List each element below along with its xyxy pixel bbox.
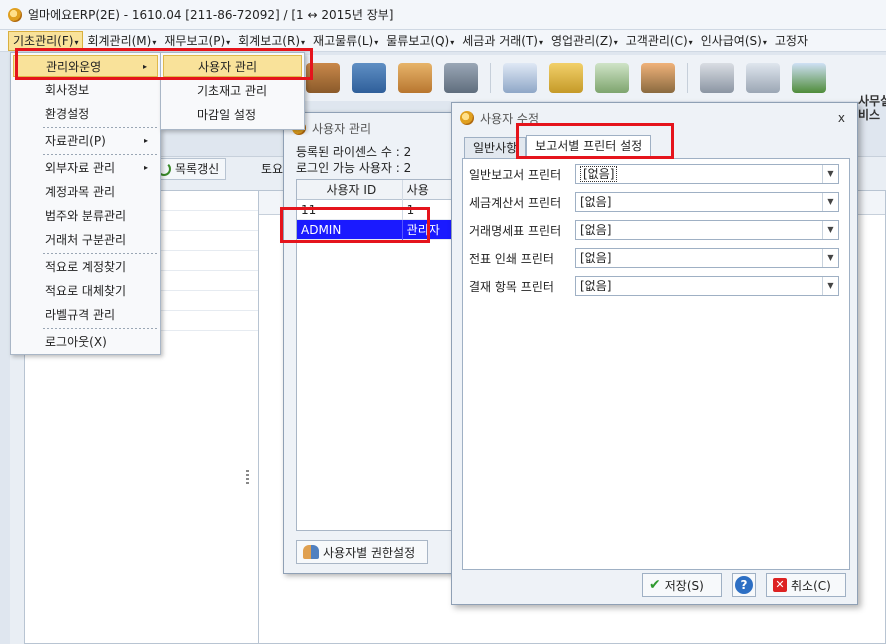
window-title: 얼마에요ERP(2E) - 1610.04 [211-86-72092] / [… [28,8,394,22]
basic-management-dropdown: 관리와운영 ▸ 회사정보 환경설정 자료관리(P) ▸ 외부자료 관리 ▸ 계정과목 … [10,52,161,355]
chevron-down-icon[interactable]: ▼ [822,249,838,267]
menu-item-preferences[interactable]: 환경설정 [13,103,158,125]
menu-item-category-management[interactable]: 범주와 분류관리 [13,205,158,227]
menu-divider [43,253,157,254]
cancel-button[interactable]: ✕ 취소(C) [766,573,846,597]
close-icon[interactable]: x [838,111,845,125]
app-logo-icon [8,7,22,22]
menu-divider [43,127,157,128]
menu-item-data-management[interactable]: 자료관리(P) ▸ [13,130,158,152]
approval-printer-select[interactable]: [없음] ▼ [575,276,839,296]
chevron-right-icon: ▸ [143,163,148,172]
toolbar-divider [490,63,491,93]
help-icon: ? [735,576,753,594]
background-tab-label: 토요 [261,162,284,176]
menu-inventory[interactable]: 재고물류(L)▾ [309,31,382,51]
select-value: [없음] [580,279,612,293]
menu-item-company-info[interactable]: 회사정보 [13,79,158,101]
menu-fixed-assets[interactable]: 고정자 [771,31,812,51]
user-management-dialog: 사용자 관리 등록된 라이센스 수 : 2 로그인 가능 사용자 : 2 사용자… [283,112,458,574]
menu-item-partner-classification[interactable]: 거래처 구분관리 [13,229,158,251]
app-logo-icon [460,111,474,125]
menu-item-find-account-by-summary[interactable]: 적요로 계정찾기 [13,256,158,278]
statement-printer-select[interactable]: [없음] ▼ [575,220,839,240]
tax-invoice-printer-select[interactable]: [없음] ▼ [575,192,839,212]
fax-icon[interactable] [746,63,780,93]
mail-icon[interactable] [700,63,734,93]
menu-item-account-management[interactable]: 계정과목 관리 [13,181,158,203]
toolbar-divider [687,63,688,93]
side-label: 사무실 비스 [858,94,886,122]
chevron-down-icon[interactable]: ▼ [822,221,838,239]
highlight-box-menu [15,48,313,80]
user-table-header: 사용자 ID 사용 [297,180,455,200]
user-dialog-title: 사용자 관리 [312,121,372,136]
splitter-grip[interactable] [246,470,249,484]
cash-register-icon[interactable] [595,63,629,93]
tax-invoice-printer-row: 세금계산서 프린터 [없음] ▼ [469,191,839,213]
voucher-printer-row: 전표 인쇄 프린터 [없음] ▼ [469,247,839,269]
money-bag-icon[interactable] [549,63,583,93]
menu-payroll[interactable]: 인사급여(S)▾ [697,31,771,51]
menu-item-opening-inventory[interactable]: 기초재고 관리 [163,80,302,102]
user-edit-dialog: 사용자 수정 x 일반사항 보고서별 프린터 설정 일반보고서 프린터 [없음]… [451,102,858,605]
login-user-count: 로그인 가능 사용자 : 2 [296,161,412,175]
column-header-user-id[interactable]: 사용자 ID [297,180,403,200]
field-label: 세금계산서 프린터 [469,195,562,210]
refresh-list-button[interactable]: 목록갱신 [150,158,227,180]
tools-icon[interactable] [444,63,478,93]
menu-logistics-report[interactable]: 물류보고(Q)▾ [382,31,458,51]
id-card-icon[interactable] [503,63,537,93]
select-value: [없음] [580,195,612,209]
menu-item-label-spec[interactable]: 라벨규격 관리 [13,304,158,326]
voucher-printer-select[interactable]: [없음] ▼ [575,248,839,268]
highlight-box-printer-tab [516,123,674,159]
save-label: 저장(S) [664,578,704,593]
toolbar [290,55,886,101]
select-value: [없음] [580,223,612,237]
menu-divider [43,328,157,329]
menu-sales[interactable]: 영업관리(Z)▾ [547,31,622,51]
general-report-printer-select[interactable]: [없음] ▼ [575,164,839,184]
percent-export-icon[interactable] [792,63,826,93]
general-report-printer-row: 일반보고서 프린터 [없음] ▼ [469,163,839,185]
statement-printer-row: 거래명세표 프린터 [없음] ▼ [469,219,839,241]
menu-divider [43,154,157,155]
menu-tax-trade[interactable]: 세금과 거래(T)▾ [458,31,547,51]
license-count: 등록된 라이센스 수 : 2 [296,145,412,159]
chevron-right-icon: ▸ [143,136,148,145]
cancel-label: 취소(C) [791,578,831,593]
printer-settings-panel: 일반보고서 프린터 [없음] ▼ 세금계산서 프린터 [없음] ▼ 거래명세표 … [462,158,850,570]
help-button[interactable]: ? [732,573,756,597]
menu-item-find-replacement-by-summary[interactable]: 적요로 대체찾기 [13,280,158,302]
select-value: [없음] [580,166,618,182]
check-icon: ✔ [649,577,661,593]
user-dialog-header: 사용자 관리 [284,113,457,143]
chevron-down-icon[interactable]: ▼ [822,193,838,211]
people-icon[interactable] [641,63,675,93]
field-label: 결재 항목 프린터 [469,279,554,294]
permission-button-label: 사용자별 권한설정 [323,545,416,560]
users-icon [303,545,319,559]
field-label: 전표 인쇄 프린터 [469,251,554,266]
menu-item-closing-date[interactable]: 마감일 설정 [163,104,302,126]
highlight-box-admin-row [280,207,430,243]
close-icon: ✕ [773,578,787,592]
chevron-down-icon[interactable]: ▼ [822,165,838,183]
column-header-user-name[interactable]: 사용 [403,180,455,200]
menu-item-logout[interactable]: 로그아웃(X) [13,331,158,353]
card-icon[interactable] [352,63,386,93]
chevron-down-icon[interactable]: ▼ [822,277,838,295]
title-bar: 얼마에요ERP(2E) - 1610.04 [211-86-72092] / [… [0,0,886,30]
menu-item-external-data[interactable]: 외부자료 관리 ▸ [13,157,158,179]
approval-printer-row: 결재 항목 프린터 [없음] ▼ [469,275,839,297]
select-value: [없음] [580,251,612,265]
field-label: 일반보고서 프린터 [469,167,562,182]
user-permission-button[interactable]: 사용자별 권한설정 [296,540,428,564]
boxes-icon[interactable] [398,63,432,93]
save-button[interactable]: ✔ 저장(S) [642,573,722,597]
refresh-label: 목록갱신 [175,162,220,176]
menu-customer[interactable]: 고객관리(C)▾ [622,31,697,51]
field-label: 거래명세표 프린터 [469,223,562,238]
